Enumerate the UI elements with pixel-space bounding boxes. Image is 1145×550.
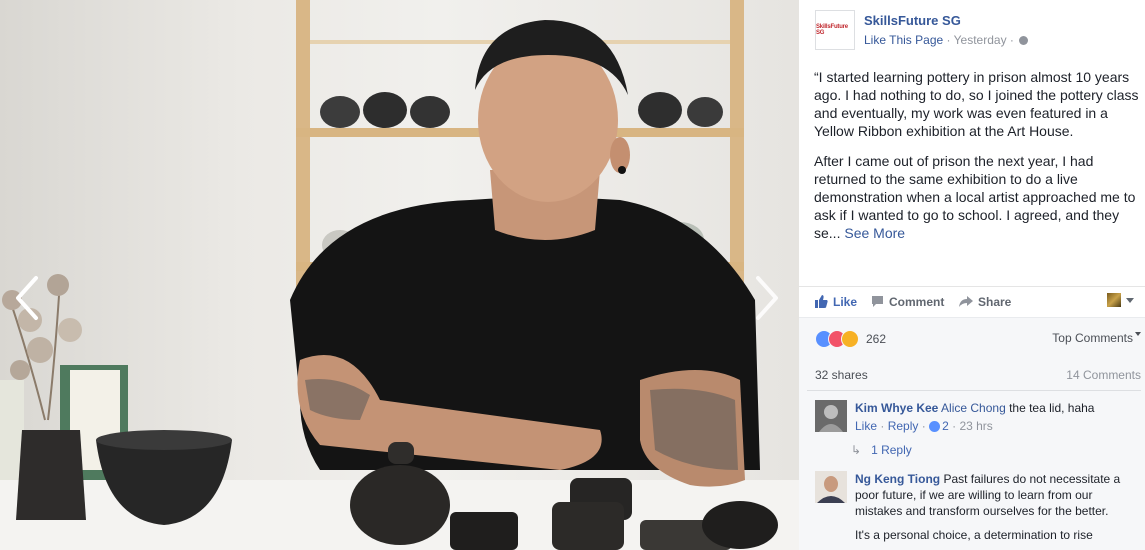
like-page-link[interactable]: Like This Page bbox=[864, 33, 943, 47]
comment-like-link[interactable]: Like bbox=[855, 419, 877, 433]
comment-sort-label: Top Comments bbox=[1052, 331, 1133, 345]
thumbs-up-icon bbox=[815, 295, 828, 308]
comment-item: Ng Keng Tiong Past failures do not neces… bbox=[815, 471, 1141, 550]
speech-bubble-icon bbox=[872, 296, 883, 307]
caret-down-icon bbox=[1126, 298, 1134, 303]
teapot bbox=[702, 501, 778, 549]
post-as-selector[interactable] bbox=[1107, 292, 1137, 310]
caret-down-icon bbox=[1135, 332, 1141, 336]
tea-cup bbox=[450, 512, 518, 550]
globe-icon bbox=[1019, 36, 1029, 45]
share-arrow-icon bbox=[959, 296, 973, 307]
wow-reaction-icon bbox=[841, 330, 859, 348]
previous-photo-button[interactable] bbox=[8, 274, 48, 322]
post-sidebar: SkillsFuture SG SkillsFuture SG Like Thi… bbox=[799, 0, 1145, 550]
comment-button-label: Comment bbox=[889, 295, 945, 309]
comments-count-link[interactable]: 14 Comments bbox=[1066, 368, 1141, 382]
shelf-pot bbox=[638, 92, 682, 128]
post-timestamp[interactable]: Yesterday bbox=[954, 33, 1007, 47]
comment-actions: Like · Reply · 2 · 23 hrs bbox=[855, 418, 1141, 434]
reaction-count: 262 bbox=[866, 332, 887, 346]
page-logo-text: SkillsFuture SG bbox=[816, 24, 848, 36]
feedback-section: 262 Top Comments 32 shares 14 Comments K… bbox=[799, 317, 1145, 550]
view-replies-link[interactable]: ↳ 1 Reply bbox=[851, 443, 912, 457]
like-button-label: Like bbox=[833, 295, 858, 309]
tea-cup bbox=[552, 502, 624, 550]
comment-text: the tea lid, haha bbox=[1005, 401, 1095, 415]
avatar[interactable] bbox=[815, 471, 847, 503]
shelf-pot bbox=[687, 97, 723, 127]
post-actions: Like Comment Share bbox=[799, 286, 1145, 317]
page-avatar[interactable]: SkillsFuture SG bbox=[815, 10, 855, 50]
comment-body: Ng Keng Tiong Past failures do not neces… bbox=[855, 471, 1141, 543]
meta-separator: · bbox=[1009, 33, 1014, 47]
like-button[interactable]: Like bbox=[815, 295, 857, 309]
comment-time[interactable]: 23 hrs bbox=[959, 419, 992, 433]
earring bbox=[618, 166, 626, 174]
comment-author[interactable]: Ng Keng Tiong bbox=[855, 472, 940, 486]
shelf-pot bbox=[410, 96, 450, 128]
avatar bbox=[1107, 293, 1121, 307]
shelf-pot bbox=[320, 96, 360, 128]
comment-button[interactable]: Comment bbox=[871, 295, 944, 309]
chevron-left-icon bbox=[16, 276, 38, 320]
post-meta: Like This Page · Yesterday · bbox=[864, 33, 1029, 47]
share-button[interactable]: Share bbox=[959, 295, 1011, 309]
replies-label: 1 Reply bbox=[871, 443, 912, 457]
comment-author[interactable]: Kim Whye Kee bbox=[855, 401, 938, 415]
post-header: SkillsFuture SG SkillsFuture SG Like Thi… bbox=[815, 10, 1135, 52]
photo-illustration bbox=[0, 0, 799, 550]
comment-sort-dropdown[interactable]: Top Comments bbox=[1052, 331, 1141, 345]
thumbs-up-icon bbox=[929, 421, 941, 432]
reply-arrow-icon: ↳ bbox=[851, 443, 862, 457]
page-name-link[interactable]: SkillsFuture SG bbox=[864, 13, 961, 28]
separator: · bbox=[880, 419, 885, 433]
separator: · bbox=[952, 419, 957, 433]
shelf-pot bbox=[363, 92, 407, 128]
avatar[interactable] bbox=[815, 400, 847, 432]
comment-mention[interactable]: Alice Chong bbox=[941, 401, 1006, 415]
divider bbox=[807, 390, 1141, 391]
share-button-label: Share bbox=[978, 295, 1012, 309]
see-more-link[interactable]: See More bbox=[844, 225, 905, 241]
chevron-right-icon bbox=[756, 276, 778, 320]
vase bbox=[16, 430, 86, 520]
post-photo[interactable] bbox=[0, 0, 799, 550]
comment-body: Kim Whye Kee Alice Chong the tea lid, ha… bbox=[855, 400, 1141, 434]
separator: · bbox=[921, 419, 926, 433]
next-photo-button[interactable] bbox=[746, 274, 786, 322]
post-paragraph: After I came out of prison the next year… bbox=[814, 152, 1144, 242]
teapot bbox=[350, 465, 450, 545]
comment-reply-link[interactable]: Reply bbox=[888, 419, 919, 433]
post-body: “I started learning pottery in prison al… bbox=[814, 68, 1144, 254]
shares-link[interactable]: 32 shares bbox=[815, 368, 868, 382]
meta-separator: · bbox=[946, 33, 951, 47]
comment-text: It's a personal choice, a determination … bbox=[855, 528, 1093, 542]
post-paragraph: “I started learning pottery in prison al… bbox=[814, 69, 1139, 139]
comment-like-count[interactable]: 2 bbox=[942, 419, 949, 433]
